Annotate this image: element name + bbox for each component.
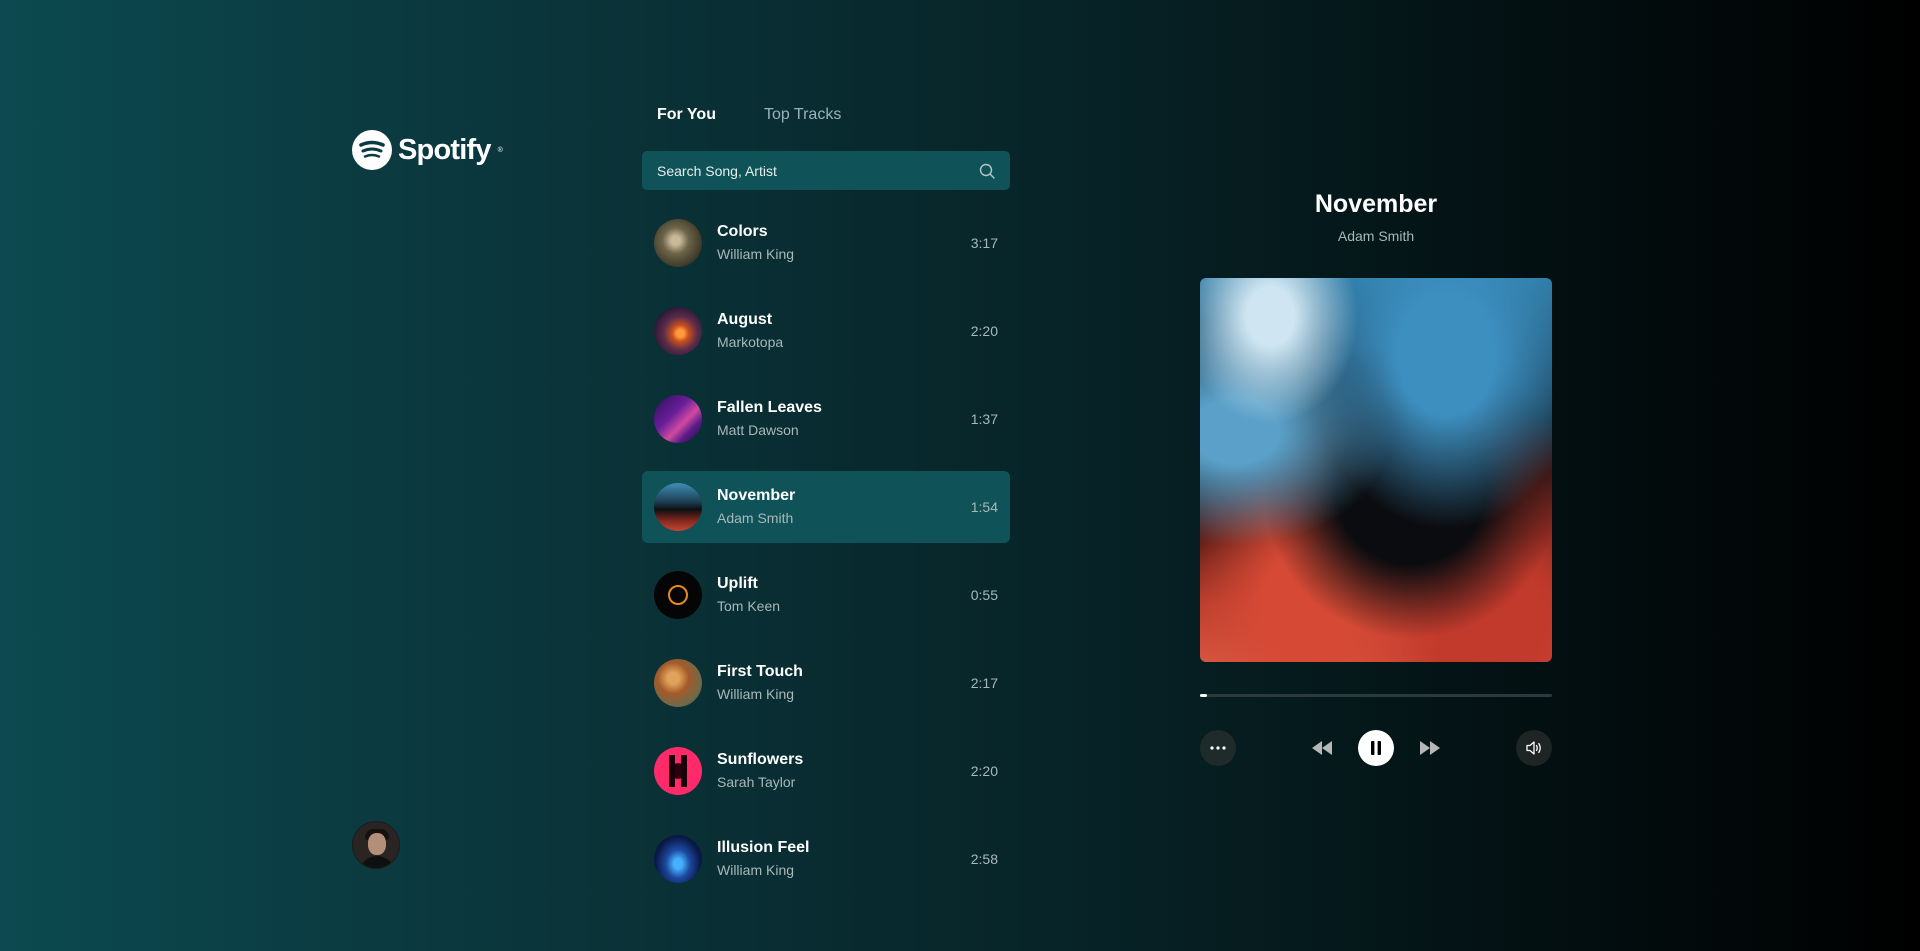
track-item-active[interactable]: November Adam Smith 1:54 bbox=[642, 471, 1010, 543]
album-cover bbox=[654, 307, 702, 355]
now-playing-title: November bbox=[1314, 190, 1438, 218]
pause-icon bbox=[1371, 741, 1381, 755]
search-bar bbox=[642, 151, 1010, 190]
previous-button[interactable] bbox=[1307, 730, 1337, 766]
track-artist: William King bbox=[717, 686, 795, 702]
track-duration: 0:55 bbox=[970, 587, 998, 603]
track-artist: Matt Dawson bbox=[717, 422, 799, 438]
tab-top-tracks[interactable]: Top Tracks bbox=[764, 106, 841, 124]
search-input[interactable] bbox=[657, 162, 978, 179]
brand-registered-mark: ® bbox=[497, 146, 503, 154]
album-cover bbox=[654, 747, 702, 795]
tab-for-you[interactable]: For You bbox=[657, 106, 716, 124]
track-duration: 2:58 bbox=[970, 851, 998, 867]
album-cover bbox=[654, 571, 702, 619]
more-button[interactable] bbox=[1200, 730, 1236, 766]
track-duration: 3:17 bbox=[970, 235, 998, 251]
track-artist: William King bbox=[717, 246, 795, 262]
track-title: Uplift bbox=[717, 575, 758, 592]
track-artist: Tom Keen bbox=[717, 598, 781, 614]
spotify-logo[interactable]: Spotify ® bbox=[352, 130, 503, 170]
track-duration: 2:17 bbox=[970, 675, 998, 691]
track-title: November bbox=[717, 487, 796, 504]
track-artist: Adam Smith bbox=[717, 510, 794, 526]
track-duration: 1:54 bbox=[970, 499, 998, 515]
track-artist: Sarah Taylor bbox=[717, 774, 796, 790]
rewind-icon bbox=[1312, 741, 1332, 755]
track-item[interactable]: Illusion Feel William King 2:58 bbox=[642, 823, 1010, 895]
track-artist: Markotopa bbox=[717, 334, 784, 350]
track-title: First Touch bbox=[717, 663, 803, 680]
now-playing-artwork bbox=[1200, 278, 1552, 662]
volume-icon bbox=[1526, 741, 1541, 755]
track-item[interactable]: First Touch William King 2:17 bbox=[642, 647, 1010, 719]
track-artist: William King bbox=[717, 862, 795, 878]
track-title: Fallen Leaves bbox=[717, 399, 822, 416]
now-playing-artist: Adam Smith bbox=[1337, 228, 1415, 244]
track-title: Colors bbox=[717, 223, 768, 240]
track-item[interactable]: Sunflowers Sarah Taylor 2:20 bbox=[642, 735, 1010, 807]
brand-name: Spotify bbox=[398, 133, 491, 166]
track-duration: 1:37 bbox=[970, 411, 998, 427]
album-cover bbox=[654, 395, 702, 443]
play-pause-button[interactable] bbox=[1358, 730, 1394, 766]
track-title: Illusion Feel bbox=[717, 839, 810, 856]
album-cover bbox=[654, 483, 702, 531]
more-icon bbox=[1210, 746, 1226, 750]
progress-bar[interactable] bbox=[1200, 694, 1552, 697]
fast-forward-icon bbox=[1420, 741, 1440, 755]
album-cover bbox=[654, 835, 702, 883]
track-list: Colors William King 3:17 August Markotop… bbox=[642, 207, 1010, 911]
track-item[interactable]: Colors William King 3:17 bbox=[642, 207, 1010, 279]
search-icon[interactable] bbox=[978, 162, 996, 180]
track-duration: 2:20 bbox=[970, 323, 998, 339]
track-duration: 2:20 bbox=[970, 763, 998, 779]
track-item[interactable]: August Markotopa 2:20 bbox=[642, 295, 1010, 367]
track-title: Sunflowers bbox=[717, 751, 804, 768]
album-cover bbox=[654, 219, 702, 267]
spotify-icon bbox=[352, 130, 392, 170]
progress-fill bbox=[1200, 694, 1208, 697]
track-item[interactable]: Uplift Tom Keen 0:55 bbox=[642, 559, 1010, 631]
user-avatar[interactable] bbox=[352, 821, 400, 869]
track-title: August bbox=[717, 311, 773, 328]
next-button[interactable] bbox=[1415, 730, 1445, 766]
tab-bar: For You Top Tracks bbox=[657, 106, 841, 124]
album-cover bbox=[654, 659, 702, 707]
player-controls bbox=[1200, 730, 1552, 766]
volume-button[interactable] bbox=[1516, 730, 1552, 766]
track-item[interactable]: Fallen Leaves Matt Dawson 1:37 bbox=[642, 383, 1010, 455]
